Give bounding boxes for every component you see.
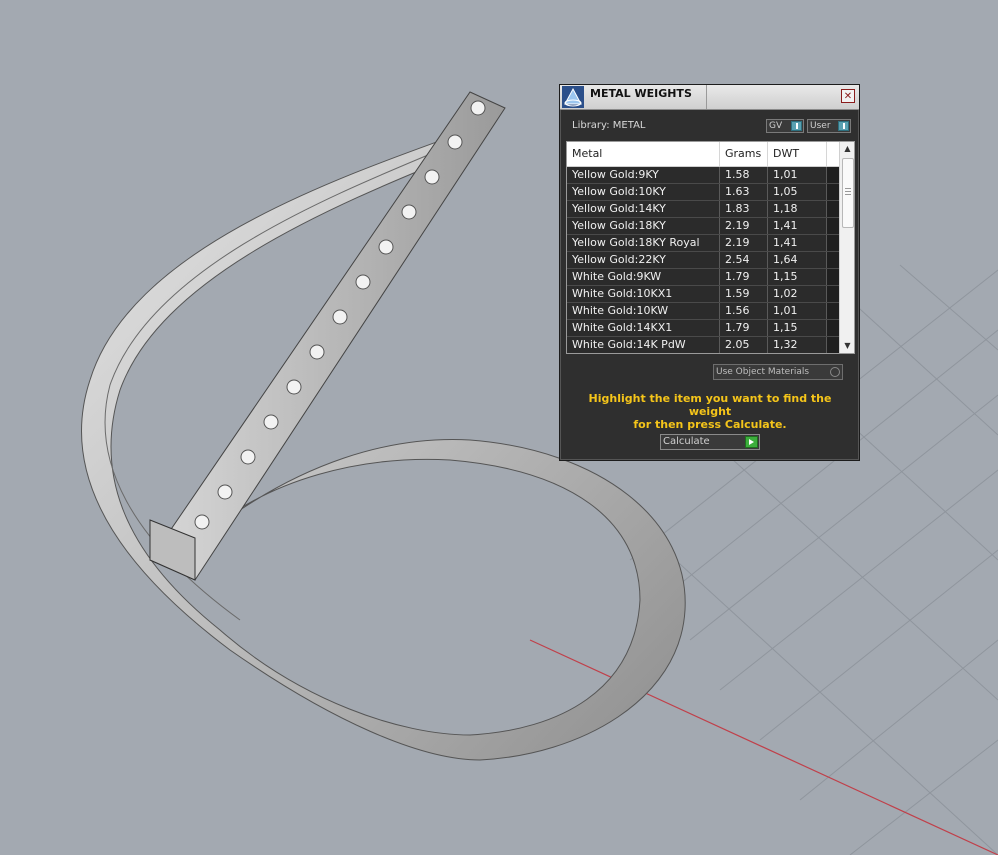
radio-off-icon: [830, 367, 840, 377]
instruction-line-1: Highlight the item you want to find the …: [588, 392, 832, 418]
dwt-cell: 1,41: [768, 218, 827, 234]
metal-cell: Yellow Gold:18KY: [567, 218, 720, 234]
metal-cell: Yellow Gold:14KY: [567, 201, 720, 217]
grams-cell: 1.63: [720, 184, 768, 200]
table-row[interactable]: Yellow Gold:9KY 1.58 1,01: [567, 167, 839, 184]
table-row[interactable]: Yellow Gold:10KY 1.63 1,05: [567, 184, 839, 201]
grams-cell: 2.19: [720, 235, 768, 251]
scroll-up-arrow-icon[interactable]: ▲: [840, 142, 854, 156]
table-row[interactable]: White Gold:10KX1 1.59 1,02: [567, 286, 839, 303]
column-header-grams[interactable]: Grams: [720, 142, 768, 166]
calculate-label: Calculate: [663, 436, 710, 447]
table-rows: Yellow Gold:9KY 1.58 1,01 Yellow Gold:10KY…: [567, 167, 839, 353]
dwt-cell: 1,15: [768, 320, 827, 336]
table-row[interactable]: White Gold:14K PdW 2.05 1,32: [567, 337, 839, 353]
toggle-on-icon: [791, 121, 802, 131]
table-header: Metal Grams DWT: [567, 142, 839, 167]
use-object-materials-label: Use Object Materials: [716, 367, 810, 377]
table-row[interactable]: Yellow Gold:22KY 2.54 1,64: [567, 252, 839, 269]
library-label: Library: METAL: [572, 120, 646, 131]
metal-weights-panel: METAL WEIGHTS ✕ Library: METAL GV User M…: [559, 84, 860, 461]
grams-cell: 1.59: [720, 286, 768, 302]
table-scrollbar[interactable]: ▲ ▼: [839, 142, 854, 353]
grams-cell: 1.79: [720, 320, 768, 336]
panel-titlebar[interactable]: METAL WEIGHTS ✕: [560, 85, 859, 110]
gv-toggle-label: GV: [769, 121, 783, 131]
instruction-text: Highlight the item you want to find the …: [572, 392, 848, 431]
column-header-metal[interactable]: Metal: [567, 142, 720, 166]
dwt-cell: 1,01: [768, 167, 827, 183]
scrollbar-thumb[interactable]: [842, 158, 854, 228]
grams-cell: 1.83: [720, 201, 768, 217]
grams-cell: 1.58: [720, 167, 768, 183]
table-row[interactable]: Yellow Gold:18KY 2.19 1,41: [567, 218, 839, 235]
x-axis-line: [529, 639, 998, 855]
instruction-line-2: for then press Calculate.: [633, 418, 787, 431]
metal-cell: Yellow Gold:22KY: [567, 252, 720, 268]
table-row[interactable]: White Gold:14KX1 1.79 1,15: [567, 320, 839, 337]
panel-title: METAL WEIGHTS: [590, 85, 707, 109]
toggle-on-icon: [838, 121, 849, 131]
dwt-cell: 1,02: [768, 286, 827, 302]
grams-cell: 2.19: [720, 218, 768, 234]
grams-cell: 1.79: [720, 269, 768, 285]
dwt-cell: 1,05: [768, 184, 827, 200]
dwt-cell: 1,41: [768, 235, 827, 251]
dwt-cell: 1,01: [768, 303, 827, 319]
metal-cell: White Gold:9KW: [567, 269, 720, 285]
metal-cell: Yellow Gold:10KY: [567, 184, 720, 200]
metal-cell: Yellow Gold:18KY Royal: [567, 235, 720, 251]
dwt-cell: 1,15: [768, 269, 827, 285]
user-toggle-label: User: [810, 121, 831, 131]
scroll-down-arrow-icon[interactable]: ▼: [840, 339, 854, 353]
column-header-dwt[interactable]: DWT: [768, 142, 827, 166]
table-row[interactable]: White Gold:10KW 1.56 1,01: [567, 303, 839, 320]
app-logo-icon: [562, 86, 584, 108]
grams-cell: 2.05: [720, 337, 768, 353]
play-arrow-icon: [745, 436, 758, 448]
metal-table: Metal Grams DWT Yellow Gold:9KY 1.58 1,01 …: [566, 141, 855, 354]
gv-toggle[interactable]: GV: [766, 119, 804, 133]
metal-cell: White Gold:10KW: [567, 303, 720, 319]
metal-cell: Yellow Gold:9KY: [567, 167, 720, 183]
close-icon[interactable]: ✕: [841, 89, 855, 103]
table-row[interactable]: Yellow Gold:18KY Royal 2.19 1,41: [567, 235, 839, 252]
metal-cell: White Gold:10KX1: [567, 286, 720, 302]
table-row[interactable]: White Gold:9KW 1.79 1,15: [567, 269, 839, 286]
user-toggle[interactable]: User: [807, 119, 851, 133]
dwt-cell: 1,32: [768, 337, 827, 353]
table-row[interactable]: Yellow Gold:14KY 1.83 1,18: [567, 201, 839, 218]
dwt-cell: 1,18: [768, 201, 827, 217]
gemstone-bar: [149, 91, 506, 581]
dwt-cell: 1,64: [768, 252, 827, 268]
grams-cell: 2.54: [720, 252, 768, 268]
metal-cell: White Gold:14KX1: [567, 320, 720, 336]
metal-cell: White Gold:14K PdW: [567, 337, 720, 353]
grams-cell: 1.56: [720, 303, 768, 319]
calculate-button[interactable]: Calculate: [660, 434, 760, 450]
use-object-materials-toggle[interactable]: Use Object Materials: [713, 364, 843, 380]
